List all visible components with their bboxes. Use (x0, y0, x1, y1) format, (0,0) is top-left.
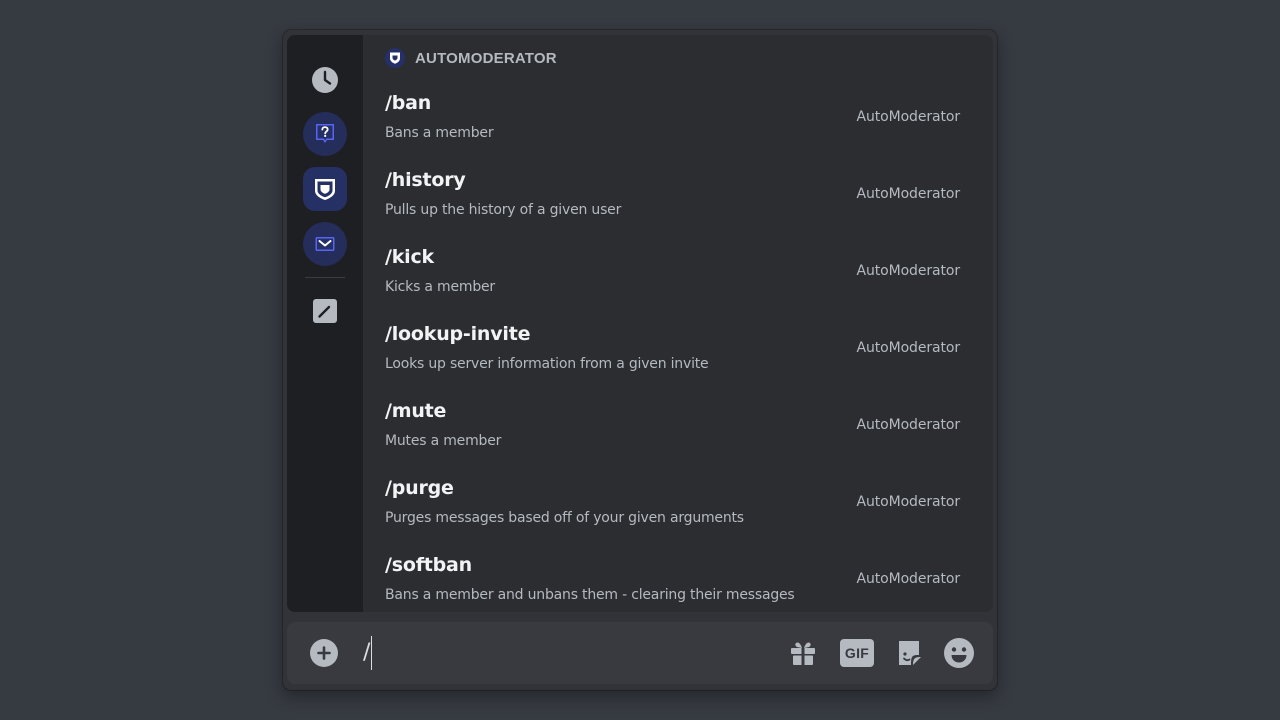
message-input-value: / (363, 640, 371, 665)
command-picker-window: AUTOMODERATOR /ban Bans a member AutoMod… (283, 30, 997, 690)
message-input[interactable]: / (363, 635, 763, 671)
automoderator-shield-icon (385, 48, 405, 68)
slash-command-popup: AUTOMODERATOR /ban Bans a member AutoMod… (287, 35, 993, 612)
command-description: Kicks a member (385, 279, 495, 295)
help-bot-button[interactable] (303, 112, 347, 156)
mail-icon (315, 237, 335, 251)
attach-add-button[interactable] (310, 639, 338, 667)
text-caret (371, 636, 373, 670)
help-bot-icon (316, 124, 334, 143)
emoji-icon (944, 638, 974, 668)
command-item-purge[interactable]: /purge Purges messages based off of your… (363, 469, 985, 546)
sticker-button[interactable] (894, 637, 924, 669)
command-item-history[interactable]: /history Pulls up the history of a given… (363, 161, 985, 238)
command-name: /lookup-invite (385, 323, 531, 345)
command-source: AutoModerator (856, 109, 961, 125)
command-list: AUTOMODERATOR /ban Bans a member AutoMod… (363, 35, 993, 612)
section-header: AUTOMODERATOR (385, 47, 557, 69)
message-composer: / GIF (287, 622, 993, 684)
section-title: AUTOMODERATOR (415, 49, 557, 67)
command-name: /history (385, 169, 466, 191)
command-description: Bans a member and unbans them - clearing… (385, 587, 795, 603)
command-description: Pulls up the history of a given user (385, 202, 622, 218)
app-rail (287, 35, 363, 612)
command-source: AutoModerator (856, 263, 961, 279)
command-item-lookup-invite[interactable]: /lookup-invite Looks up server informati… (363, 315, 985, 392)
built-in-commands-button[interactable] (303, 289, 347, 333)
command-description: Mutes a member (385, 433, 502, 449)
gif-icon: GIF (840, 639, 874, 667)
clock-icon (312, 67, 338, 93)
recent-commands-button[interactable] (303, 58, 347, 102)
automoderator-app-button[interactable] (303, 167, 347, 211)
command-source: AutoModerator (856, 571, 961, 587)
add-icon (317, 646, 331, 660)
shield-icon (315, 179, 335, 200)
sticker-icon (899, 641, 921, 665)
mail-bot-button[interactable] (303, 222, 347, 266)
command-source: AutoModerator (856, 417, 961, 433)
command-item-ban[interactable]: /ban Bans a member AutoModerator (363, 84, 985, 161)
pencil-icon (313, 299, 337, 323)
command-description: Looks up server information from a given… (385, 356, 709, 372)
gif-label: GIF (844, 645, 870, 661)
command-description: Purges messages based off of your given … (385, 510, 744, 526)
command-name: /ban (385, 92, 432, 114)
command-source: AutoModerator (856, 340, 961, 356)
command-source: AutoModerator (856, 186, 961, 202)
command-item-mute[interactable]: /mute Mutes a member AutoModerator (363, 392, 985, 469)
command-name: /kick (385, 246, 434, 268)
command-name: /softban (385, 554, 472, 576)
command-name: /purge (385, 477, 454, 499)
gift-button[interactable] (787, 637, 819, 669)
emoji-button[interactable] (943, 637, 975, 669)
command-description: Bans a member (385, 125, 494, 141)
command-item-softban[interactable]: /softban Bans a member and unbans them -… (363, 546, 985, 612)
command-item-kick[interactable]: /kick Kicks a member AutoModerator (363, 238, 985, 315)
command-source: AutoModerator (856, 494, 961, 510)
gift-icon (791, 642, 815, 665)
command-name: /mute (385, 400, 447, 422)
rail-divider (305, 277, 345, 278)
gif-button[interactable]: GIF (840, 637, 874, 669)
